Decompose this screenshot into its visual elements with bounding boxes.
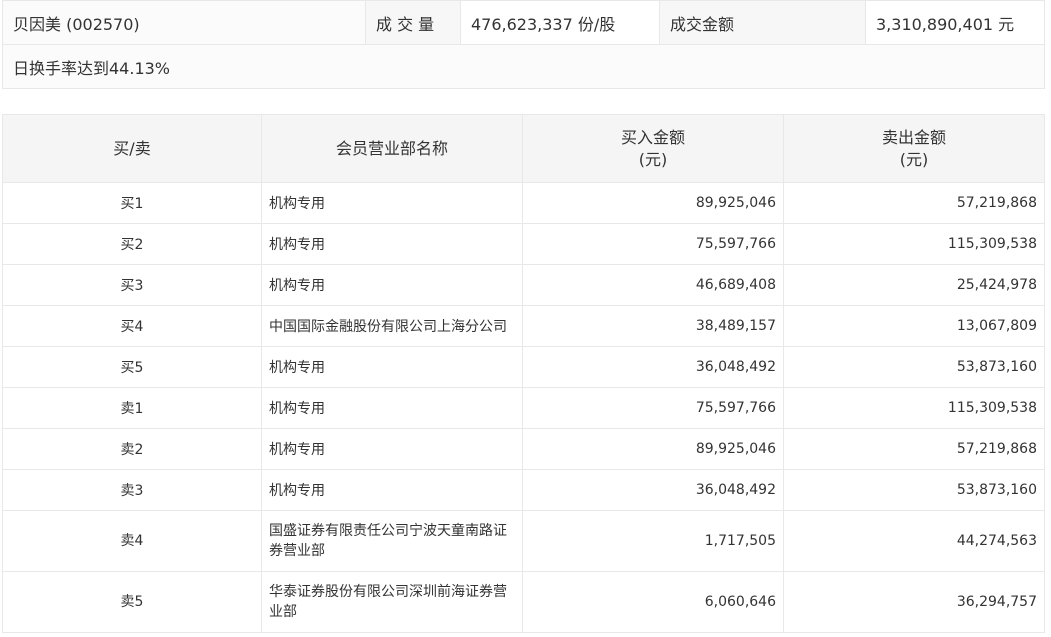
table-row: 买2 机构专用 75,597,766 115,309,538 [2,223,1045,265]
row-broker: 机构专用 [261,346,523,388]
table-row: 买5 机构专用 36,048,492 53,873,160 [2,346,1045,388]
row-sell-amount: 57,219,868 [783,182,1045,224]
row-buy-amount: 36,048,492 [522,469,784,511]
table-row: 买1 机构专用 89,925,046 57,219,868 [2,182,1045,224]
row-broker: 机构专用 [261,428,523,470]
row-sell-amount: 25,424,978 [783,264,1045,306]
row-broker: 机构专用 [261,387,523,429]
row-sell-amount: 115,309,538 [783,223,1045,265]
header-sell-amount: 卖出金额 (元) [783,114,1045,183]
turnover-note: 日换手率达到44.13% [2,44,1045,89]
row-sell-amount: 53,873,160 [783,346,1045,388]
stock-summary-table: 贝因美 (002570) 成 交 量 476,623,337 份/股 成交金额 … [2,0,1045,89]
row-broker: 机构专用 [261,469,523,511]
row-side: 买4 [2,305,262,347]
header-buy-line1: 买入金额 [620,127,685,147]
row-broker: 机构专用 [261,264,523,306]
row-buy-amount: 89,925,046 [522,428,784,470]
row-broker: 机构专用 [261,182,523,224]
row-broker: 中国国际金融股份有限公司上海分公司 [261,305,523,347]
row-buy-amount: 38,489,157 [522,305,784,347]
row-buy-amount: 36,048,492 [522,346,784,388]
table-row: 卖4 国盛证券有限责任公司宁波天童南路证券营业部 1,717,505 44,27… [2,510,1045,572]
header-side: 买/卖 [2,114,262,183]
row-sell-amount: 53,873,160 [783,469,1045,511]
row-buy-amount: 1,717,505 [522,510,784,572]
amount-label: 成交金额 [659,0,866,45]
row-side: 卖1 [2,387,262,429]
row-side: 卖3 [2,469,262,511]
row-side: 买1 [2,182,262,224]
row-side: 买2 [2,223,262,265]
row-side: 买3 [2,264,262,306]
table-row: 卖2 机构专用 89,925,046 57,219,868 [2,428,1045,470]
header-sell-line1: 卖出金额 [881,127,946,147]
row-broker: 机构专用 [261,223,523,265]
table-header-row: 买/卖 会员营业部名称 买入金额 (元) 卖出金额 (元) [2,114,1045,183]
table-row: 卖1 机构专用 75,597,766 115,309,538 [2,387,1045,429]
amount-value: 3,310,890,401 元 [865,0,1045,45]
header-broker: 会员营业部名称 [261,114,523,183]
row-buy-amount: 75,597,766 [522,387,784,429]
row-broker: 华泰证券股份有限公司深圳前海证券营业部 [261,571,523,633]
row-side: 卖4 [2,510,262,572]
row-side: 卖5 [2,571,262,633]
table-row: 卖3 机构专用 36,048,492 53,873,160 [2,469,1045,511]
row-broker: 国盛证券有限责任公司宁波天童南路证券营业部 [261,510,523,572]
row-side: 买5 [2,346,262,388]
header-sell-line2: (元) [899,149,929,169]
row-buy-amount: 89,925,046 [522,182,784,224]
row-sell-amount: 44,274,563 [783,510,1045,572]
summary-row: 贝因美 (002570) 成 交 量 476,623,337 份/股 成交金额 … [2,0,1045,45]
table-row: 买3 机构专用 46,689,408 25,424,978 [2,264,1045,306]
row-buy-amount: 46,689,408 [522,264,784,306]
row-side: 卖2 [2,428,262,470]
volume-label: 成 交 量 [365,0,461,45]
header-buy-line2: (元) [638,149,668,169]
table-row: 买4 中国国际金融股份有限公司上海分公司 38,489,157 13,067,8… [2,305,1045,347]
volume-value: 476,623,337 份/股 [460,0,660,45]
row-sell-amount: 115,309,538 [783,387,1045,429]
row-sell-amount: 57,219,868 [783,428,1045,470]
row-sell-amount: 36,294,757 [783,571,1045,633]
turnover-row: 日换手率达到44.13% [2,44,1045,89]
stock-name: 贝因美 (002570) [2,0,366,45]
table-row: 卖5 华泰证券股份有限公司深圳前海证券营业部 6,060,646 36,294,… [2,571,1045,633]
row-buy-amount: 6,060,646 [522,571,784,633]
header-buy-amount: 买入金额 (元) [522,114,784,183]
row-buy-amount: 75,597,766 [522,223,784,265]
row-sell-amount: 13,067,809 [783,305,1045,347]
trading-seats-table: 买/卖 会员营业部名称 买入金额 (元) 卖出金额 (元) 买1 机构专用 89… [2,114,1045,633]
